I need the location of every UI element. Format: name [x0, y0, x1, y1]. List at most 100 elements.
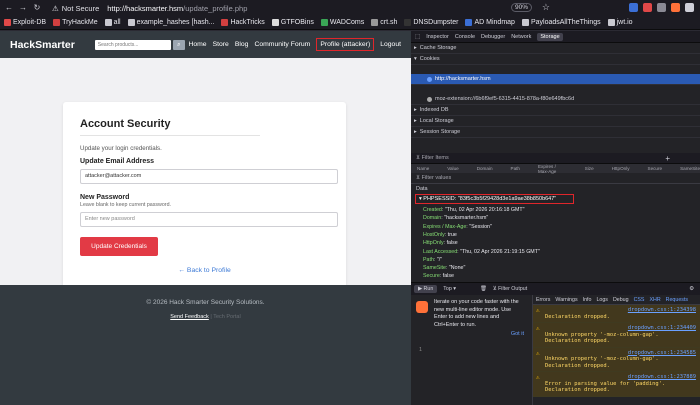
- tree-item-moz-extension-cookies[interactable]: moz-extension://6b6f9ef5-6315-4415-878a-…: [411, 94, 700, 105]
- tab-console[interactable]: Console: [455, 34, 475, 40]
- nav-store[interactable]: Store: [213, 41, 229, 48]
- cookie-property[interactable]: HttpOnly: false: [423, 240, 458, 246]
- bookmark-item[interactable]: example_hashes [hash...: [127, 19, 214, 26]
- site-brand[interactable]: HackSmarter: [10, 39, 75, 51]
- tab-inspector[interactable]: Inspector: [426, 34, 449, 40]
- column-header[interactable]: Path: [511, 166, 520, 171]
- cookie-property[interactable]: Path: "/": [423, 257, 442, 263]
- tree-item-indexed-db[interactable]: ▸ Indexed DB: [411, 105, 700, 116]
- nav-profile[interactable]: Profile (attacker): [316, 38, 375, 51]
- bookmark-item[interactable]: TryHackMe: [53, 19, 98, 26]
- property-key: Created: [423, 207, 442, 213]
- security-indicator[interactable]: ⚠ Not Secure: [52, 4, 99, 13]
- forward-icon[interactable]: →: [18, 3, 28, 13]
- url-path: /update_profile.php: [183, 3, 248, 13]
- column-header[interactable]: SameSite: [680, 166, 700, 171]
- console-filter-button[interactable]: Warnings: [555, 297, 577, 303]
- pick-element-icon[interactable]: ⬚: [415, 34, 420, 40]
- address-bar[interactable]: http://hacksmarter.hsm/update_profile.ph…: [107, 4, 247, 13]
- property-key: Last Accessed: [423, 248, 458, 255]
- extension-icon[interactable]: [657, 3, 666, 12]
- column-header[interactable]: Expires / Max-Age: [538, 164, 567, 174]
- console-filter-button[interactable]: Requests: [666, 297, 688, 303]
- nav-logout[interactable]: Logout: [380, 41, 401, 48]
- bookmark-item[interactable]: HackTricks: [221, 19, 265, 26]
- extension-icon[interactable]: [643, 3, 652, 12]
- chevron-right-icon: ▸: [414, 107, 417, 113]
- email-field[interactable]: attacker@attacker.com: [80, 169, 338, 184]
- storage-tree: ▸ Cache Storage ▾ Cookies http://hacksmart…: [411, 43, 700, 138]
- tree-item-cache-storage[interactable]: ▸ Cache Storage: [411, 43, 700, 54]
- column-header[interactable]: Value: [447, 166, 458, 171]
- search-input[interactable]: Search products...: [94, 39, 171, 50]
- tab-storage[interactable]: Storage: [537, 32, 563, 41]
- column-header[interactable]: Domain: [477, 166, 493, 171]
- column-header[interactable]: Name: [417, 166, 429, 171]
- nav-home[interactable]: Home: [188, 41, 206, 48]
- column-header[interactable]: HttpOnly: [612, 166, 630, 171]
- cookie-property[interactable]: SameSite: "None": [423, 265, 465, 271]
- console-filter-button[interactable]: Debug: [613, 297, 629, 303]
- bookmark-item[interactable]: WADComs: [320, 19, 364, 26]
- tree-item-cookies[interactable]: ▾ Cookies: [411, 54, 700, 65]
- add-item-icon[interactable]: +: [665, 153, 670, 164]
- trash-icon[interactable]: 🗑: [480, 286, 487, 292]
- password-field[interactable]: Enter new password: [80, 212, 338, 227]
- tree-item-hacksmarter-cookies[interactable]: http://hacksmarter.hsm: [411, 74, 700, 85]
- multiline-editor[interactable]: Iterate on your code faster with the new…: [411, 295, 533, 405]
- back-to-profile-link[interactable]: ← Back to Profile: [80, 267, 329, 274]
- bookmark-favicon-icon: [521, 19, 529, 26]
- nav-community-forum[interactable]: Community Forum: [254, 41, 310, 48]
- devtools-tabs: ⬚ Inspector Console Debugger Network Sto…: [411, 31, 700, 43]
- bookmark-item[interactable]: Exploit-DB: [4, 19, 46, 26]
- reload-icon[interactable]: ↻: [32, 3, 42, 13]
- settings-icon[interactable]: ⚙: [689, 286, 694, 292]
- console-filter-button[interactable]: CSS: [634, 297, 645, 303]
- extension-icon[interactable]: [629, 3, 638, 12]
- cookie-property[interactable]: Created: "Thu, 02 Apr 2026 20:16:18 GMT": [423, 207, 525, 213]
- console-filter-button[interactable]: Errors: [536, 297, 550, 303]
- tip-line: Enter to add new lines and: [434, 314, 500, 320]
- cookie-property[interactable]: Secure: false: [423, 273, 454, 279]
- cookie-property[interactable]: HostOnly: true: [423, 232, 457, 238]
- bookmark-item[interactable]: GTFOBins: [271, 19, 314, 26]
- got-it-button[interactable]: Got it: [411, 331, 532, 337]
- console-filter-button[interactable]: Info: [583, 297, 592, 303]
- menu-icon[interactable]: [685, 3, 694, 12]
- column-header[interactable]: Size: [585, 166, 594, 171]
- back-icon[interactable]: ←: [4, 3, 14, 13]
- run-button[interactable]: ▶ Run: [414, 285, 438, 293]
- phpsessid-cookie[interactable]: ▾ PHPSESSID: "83f5c3b5f29428d3e1a9ae38b8…: [415, 194, 574, 204]
- column-header[interactable]: Secure: [648, 166, 663, 171]
- tree-item-local-storage[interactable]: ▸ Local Storage: [411, 116, 700, 127]
- send-feedback-link[interactable]: Send Feedback: [170, 314, 209, 320]
- account-security-card: Account Security Update your login crede…: [63, 102, 346, 290]
- bookmark-item[interactable]: jwt.io: [607, 19, 633, 26]
- filter-items-input[interactable]: ⊻ Filter Items +: [411, 153, 700, 164]
- bookmark-item[interactable]: PayloadsAllTheThings: [521, 19, 601, 26]
- console-filter-button[interactable]: XHR: [649, 297, 660, 303]
- update-credentials-button[interactable]: Update Credentials: [80, 237, 158, 256]
- bookmark-item[interactable]: crt.sh: [371, 19, 397, 26]
- bookmark-star-icon[interactable]: ☆: [542, 2, 550, 13]
- extension-icon[interactable]: [671, 3, 680, 12]
- tab-debugger[interactable]: Debugger: [481, 34, 505, 40]
- tree-item-session-storage[interactable]: ▸ Session Storage: [411, 127, 700, 138]
- console-filter-button[interactable]: Logs: [596, 297, 608, 303]
- nav-blog[interactable]: Blog: [235, 41, 249, 48]
- cookie-property[interactable]: Domain: "hacksmarter.hsm": [423, 215, 488, 221]
- context-selector[interactable]: Top ▾: [443, 286, 456, 292]
- globe-icon: [427, 76, 432, 82]
- zoom-indicator[interactable]: 90%: [510, 3, 532, 12]
- tech-portal-link[interactable]: Tech Portal: [213, 314, 241, 320]
- bookmark-item[interactable]: DNSDumpster: [404, 19, 458, 26]
- bookmark-item[interactable]: all: [104, 19, 121, 26]
- search-button[interactable]: ⌕: [172, 39, 185, 50]
- console-filter-input[interactable]: ⊻ Filter Output: [493, 286, 528, 292]
- tab-network[interactable]: Network: [511, 34, 531, 40]
- bookmark-item[interactable]: AD Mindmap: [465, 19, 515, 26]
- console-output: Errors Warnings Info Logs Debug CSS XHR Request…: [533, 295, 700, 405]
- cookie-property[interactable]: Last Accessed: "Thu, 02 Apr 2026 21:19:1…: [423, 249, 540, 255]
- cookie-property[interactable]: Expires / Max-Age: "Session": [423, 224, 492, 230]
- filter-values-input[interactable]: ⊻ Filter values: [411, 173, 700, 184]
